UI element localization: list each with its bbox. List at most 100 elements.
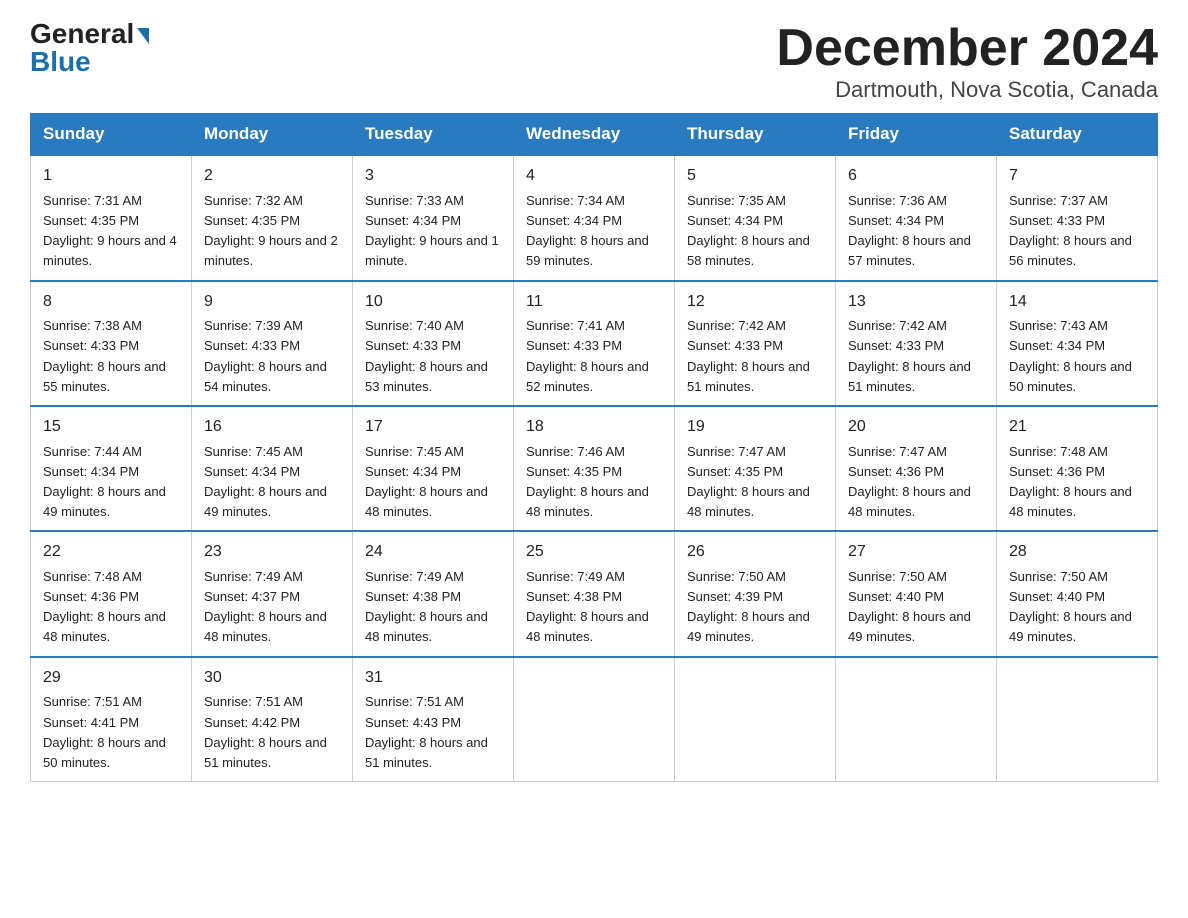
calendar-table: SundayMondayTuesdayWednesdayThursdayFrid… bbox=[30, 113, 1158, 782]
day-header-saturday: Saturday bbox=[997, 114, 1158, 156]
day-info: Sunrise: 7:31 AMSunset: 4:35 PMDaylight:… bbox=[43, 191, 179, 272]
day-number: 27 bbox=[848, 540, 984, 565]
day-cell-25: 25Sunrise: 7:49 AMSunset: 4:38 PMDayligh… bbox=[514, 531, 675, 656]
day-info: Sunrise: 7:45 AMSunset: 4:34 PMDaylight:… bbox=[365, 442, 501, 523]
week-row-3: 15Sunrise: 7:44 AMSunset: 4:34 PMDayligh… bbox=[31, 406, 1158, 531]
day-number: 28 bbox=[1009, 540, 1145, 565]
week-row-1: 1Sunrise: 7:31 AMSunset: 4:35 PMDaylight… bbox=[31, 155, 1158, 280]
day-info: Sunrise: 7:45 AMSunset: 4:34 PMDaylight:… bbox=[204, 442, 340, 523]
day-header-tuesday: Tuesday bbox=[353, 114, 514, 156]
day-info: Sunrise: 7:32 AMSunset: 4:35 PMDaylight:… bbox=[204, 191, 340, 272]
day-info: Sunrise: 7:35 AMSunset: 4:34 PMDaylight:… bbox=[687, 191, 823, 272]
day-cell-27: 27Sunrise: 7:50 AMSunset: 4:40 PMDayligh… bbox=[836, 531, 997, 656]
day-number: 5 bbox=[687, 164, 823, 189]
title-block: December 2024 Dartmouth, Nova Scotia, Ca… bbox=[776, 20, 1158, 103]
day-cell-18: 18Sunrise: 7:46 AMSunset: 4:35 PMDayligh… bbox=[514, 406, 675, 531]
day-number: 30 bbox=[204, 666, 340, 691]
day-cell-3: 3Sunrise: 7:33 AMSunset: 4:34 PMDaylight… bbox=[353, 155, 514, 280]
day-header-friday: Friday bbox=[836, 114, 997, 156]
logo-blue: Blue bbox=[30, 48, 91, 76]
empty-cell bbox=[997, 657, 1158, 782]
day-info: Sunrise: 7:49 AMSunset: 4:38 PMDaylight:… bbox=[365, 567, 501, 648]
day-info: Sunrise: 7:50 AMSunset: 4:40 PMDaylight:… bbox=[1009, 567, 1145, 648]
day-cell-22: 22Sunrise: 7:48 AMSunset: 4:36 PMDayligh… bbox=[31, 531, 192, 656]
day-number: 19 bbox=[687, 415, 823, 440]
day-info: Sunrise: 7:51 AMSunset: 4:41 PMDaylight:… bbox=[43, 692, 179, 773]
logo: General Blue bbox=[30, 20, 149, 76]
day-cell-26: 26Sunrise: 7:50 AMSunset: 4:39 PMDayligh… bbox=[675, 531, 836, 656]
day-number: 11 bbox=[526, 290, 662, 315]
day-info: Sunrise: 7:34 AMSunset: 4:34 PMDaylight:… bbox=[526, 191, 662, 272]
empty-cell bbox=[675, 657, 836, 782]
day-cell-15: 15Sunrise: 7:44 AMSunset: 4:34 PMDayligh… bbox=[31, 406, 192, 531]
day-number: 29 bbox=[43, 666, 179, 691]
day-cell-6: 6Sunrise: 7:36 AMSunset: 4:34 PMDaylight… bbox=[836, 155, 997, 280]
day-cell-5: 5Sunrise: 7:35 AMSunset: 4:34 PMDaylight… bbox=[675, 155, 836, 280]
day-cell-14: 14Sunrise: 7:43 AMSunset: 4:34 PMDayligh… bbox=[997, 281, 1158, 406]
day-cell-11: 11Sunrise: 7:41 AMSunset: 4:33 PMDayligh… bbox=[514, 281, 675, 406]
day-cell-28: 28Sunrise: 7:50 AMSunset: 4:40 PMDayligh… bbox=[997, 531, 1158, 656]
day-info: Sunrise: 7:41 AMSunset: 4:33 PMDaylight:… bbox=[526, 316, 662, 397]
day-cell-24: 24Sunrise: 7:49 AMSunset: 4:38 PMDayligh… bbox=[353, 531, 514, 656]
day-cell-7: 7Sunrise: 7:37 AMSunset: 4:33 PMDaylight… bbox=[997, 155, 1158, 280]
day-info: Sunrise: 7:47 AMSunset: 4:36 PMDaylight:… bbox=[848, 442, 984, 523]
logo-general: General bbox=[30, 20, 149, 48]
day-info: Sunrise: 7:50 AMSunset: 4:40 PMDaylight:… bbox=[848, 567, 984, 648]
day-info: Sunrise: 7:50 AMSunset: 4:39 PMDaylight:… bbox=[687, 567, 823, 648]
location-title: Dartmouth, Nova Scotia, Canada bbox=[776, 77, 1158, 103]
day-number: 10 bbox=[365, 290, 501, 315]
day-number: 21 bbox=[1009, 415, 1145, 440]
week-row-2: 8Sunrise: 7:38 AMSunset: 4:33 PMDaylight… bbox=[31, 281, 1158, 406]
day-number: 26 bbox=[687, 540, 823, 565]
day-number: 16 bbox=[204, 415, 340, 440]
day-number: 4 bbox=[526, 164, 662, 189]
day-info: Sunrise: 7:48 AMSunset: 4:36 PMDaylight:… bbox=[43, 567, 179, 648]
day-cell-2: 2Sunrise: 7:32 AMSunset: 4:35 PMDaylight… bbox=[192, 155, 353, 280]
day-cell-16: 16Sunrise: 7:45 AMSunset: 4:34 PMDayligh… bbox=[192, 406, 353, 531]
day-number: 12 bbox=[687, 290, 823, 315]
day-cell-29: 29Sunrise: 7:51 AMSunset: 4:41 PMDayligh… bbox=[31, 657, 192, 782]
day-cell-9: 9Sunrise: 7:39 AMSunset: 4:33 PMDaylight… bbox=[192, 281, 353, 406]
day-info: Sunrise: 7:51 AMSunset: 4:43 PMDaylight:… bbox=[365, 692, 501, 773]
day-header-wednesday: Wednesday bbox=[514, 114, 675, 156]
day-info: Sunrise: 7:49 AMSunset: 4:37 PMDaylight:… bbox=[204, 567, 340, 648]
day-info: Sunrise: 7:43 AMSunset: 4:34 PMDaylight:… bbox=[1009, 316, 1145, 397]
day-cell-12: 12Sunrise: 7:42 AMSunset: 4:33 PMDayligh… bbox=[675, 281, 836, 406]
empty-cell bbox=[514, 657, 675, 782]
day-number: 15 bbox=[43, 415, 179, 440]
day-info: Sunrise: 7:47 AMSunset: 4:35 PMDaylight:… bbox=[687, 442, 823, 523]
day-info: Sunrise: 7:44 AMSunset: 4:34 PMDaylight:… bbox=[43, 442, 179, 523]
day-number: 22 bbox=[43, 540, 179, 565]
day-number: 1 bbox=[43, 164, 179, 189]
week-row-4: 22Sunrise: 7:48 AMSunset: 4:36 PMDayligh… bbox=[31, 531, 1158, 656]
day-info: Sunrise: 7:37 AMSunset: 4:33 PMDaylight:… bbox=[1009, 191, 1145, 272]
day-cell-23: 23Sunrise: 7:49 AMSunset: 4:37 PMDayligh… bbox=[192, 531, 353, 656]
day-info: Sunrise: 7:51 AMSunset: 4:42 PMDaylight:… bbox=[204, 692, 340, 773]
day-number: 25 bbox=[526, 540, 662, 565]
day-header-sunday: Sunday bbox=[31, 114, 192, 156]
day-cell-30: 30Sunrise: 7:51 AMSunset: 4:42 PMDayligh… bbox=[192, 657, 353, 782]
day-number: 9 bbox=[204, 290, 340, 315]
day-number: 7 bbox=[1009, 164, 1145, 189]
day-number: 13 bbox=[848, 290, 984, 315]
day-cell-4: 4Sunrise: 7:34 AMSunset: 4:34 PMDaylight… bbox=[514, 155, 675, 280]
day-cell-21: 21Sunrise: 7:48 AMSunset: 4:36 PMDayligh… bbox=[997, 406, 1158, 531]
day-number: 2 bbox=[204, 164, 340, 189]
day-cell-8: 8Sunrise: 7:38 AMSunset: 4:33 PMDaylight… bbox=[31, 281, 192, 406]
day-number: 23 bbox=[204, 540, 340, 565]
day-info: Sunrise: 7:48 AMSunset: 4:36 PMDaylight:… bbox=[1009, 442, 1145, 523]
day-cell-13: 13Sunrise: 7:42 AMSunset: 4:33 PMDayligh… bbox=[836, 281, 997, 406]
day-number: 24 bbox=[365, 540, 501, 565]
day-header-thursday: Thursday bbox=[675, 114, 836, 156]
day-number: 31 bbox=[365, 666, 501, 691]
day-info: Sunrise: 7:39 AMSunset: 4:33 PMDaylight:… bbox=[204, 316, 340, 397]
month-title: December 2024 bbox=[776, 20, 1158, 77]
day-info: Sunrise: 7:33 AMSunset: 4:34 PMDaylight:… bbox=[365, 191, 501, 272]
day-info: Sunrise: 7:38 AMSunset: 4:33 PMDaylight:… bbox=[43, 316, 179, 397]
day-info: Sunrise: 7:49 AMSunset: 4:38 PMDaylight:… bbox=[526, 567, 662, 648]
day-cell-31: 31Sunrise: 7:51 AMSunset: 4:43 PMDayligh… bbox=[353, 657, 514, 782]
day-info: Sunrise: 7:46 AMSunset: 4:35 PMDaylight:… bbox=[526, 442, 662, 523]
day-number: 20 bbox=[848, 415, 984, 440]
day-number: 18 bbox=[526, 415, 662, 440]
day-number: 6 bbox=[848, 164, 984, 189]
